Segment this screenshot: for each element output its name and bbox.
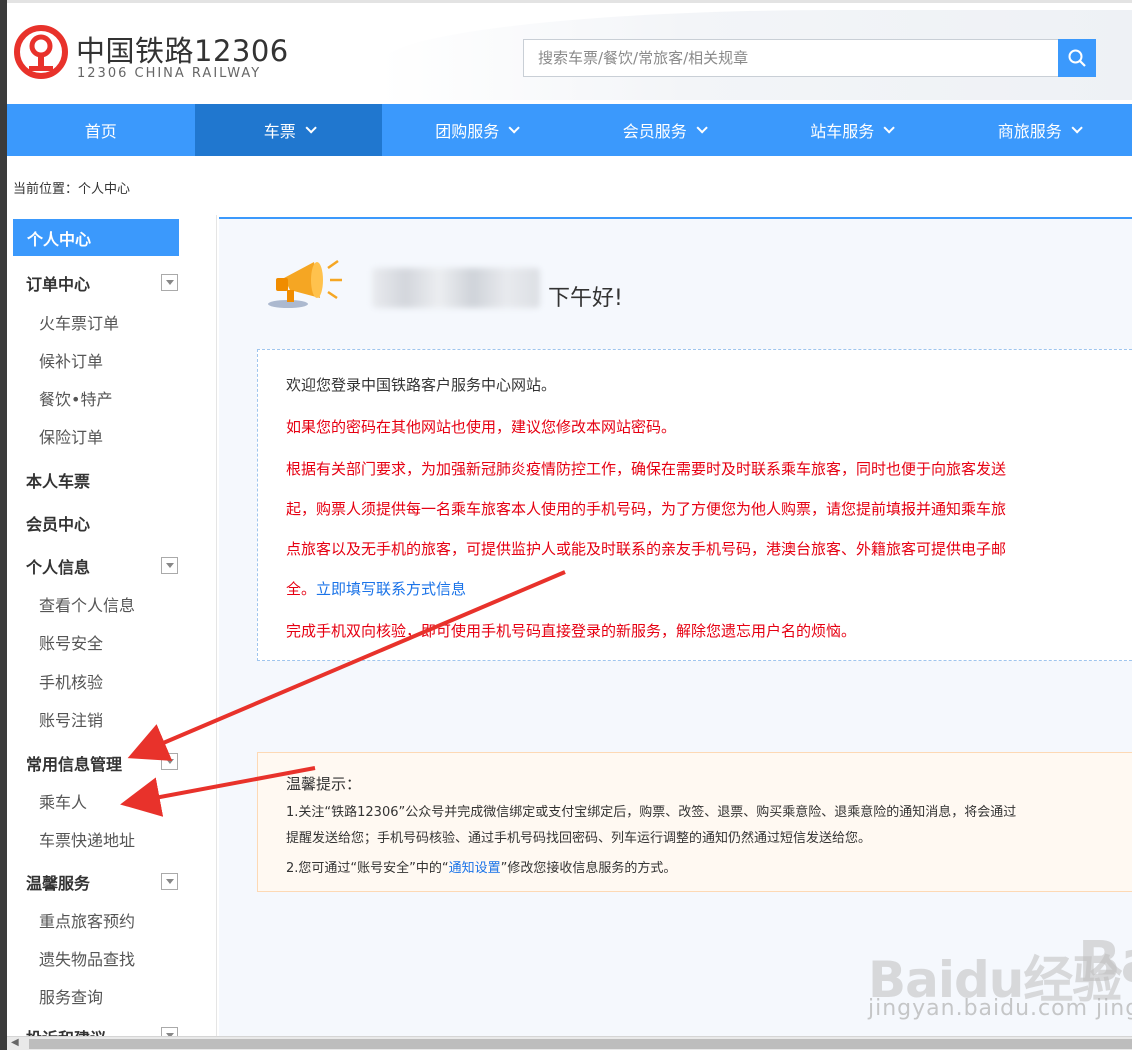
notice-line: 起，购票人须提供每一名乘车旅客本人使用的手机号码，为了方便您为他人购票，请您提前…	[286, 500, 1007, 518]
nav-label: 首页	[84, 122, 117, 141]
sidebar-item-lost-items[interactable]: 遗失物品查找	[39, 946, 135, 970]
notice-line-prefix: 全。	[286, 580, 317, 598]
china-railway-logo-icon[interactable]	[13, 24, 69, 80]
sidebar-item-account-security[interactable]: 账号安全	[39, 630, 103, 654]
notice-box: 欢迎您登录中国铁路客户服务中心网站。 如果您的密码在其他网站也使用，建议您修改本…	[257, 349, 1132, 661]
tips-line: 提醒发送给您；手机号码核验、通过手机号码找回密码、列车运行调整的通知仍然通过短信…	[286, 831, 872, 846]
tips-title: 温馨提示：	[286, 775, 362, 793]
megaphone-icon	[268, 259, 342, 308]
collapse-toggle-icon[interactable]	[161, 274, 178, 291]
tips-box: 温馨提示： 1.关注“铁路12306”公众号并完成微信绑定或支付宝绑定后，购票、…	[257, 752, 1132, 892]
notice-line: 根据有关部门要求，为加强新冠肺炎疫情防控工作，确保在需要时及时联系乘车旅客，同时…	[286, 460, 1007, 478]
logo-title: 中国铁路12306	[76, 34, 289, 68]
nav-item-tickets[interactable]: 车票	[194, 104, 382, 156]
fill-contact-info-link[interactable]: 立即填写联系方式信息	[316, 580, 466, 598]
main-nav: 首页 车票 团购服务 会员服务 站车服务 商旅服务	[7, 104, 1132, 156]
sidebar-item-passengers[interactable]: 乘车人	[39, 789, 87, 813]
nav-item-station-service[interactable]: 站车服务	[757, 104, 945, 156]
tips-line-prefix: 2.您可通过“账号安全”中的“	[286, 861, 449, 876]
sidebar-item-member-center[interactable]: 会员中心	[26, 511, 90, 535]
sidebar-group-order-center[interactable]: 订单中心	[26, 271, 90, 295]
sidebar-item-key-passenger[interactable]: 重点旅客预约	[39, 908, 135, 932]
tips-line: 2.您可通过“账号安全”中的“通知设置”修改您接收信息服务的方式。	[286, 857, 676, 876]
sidebar-item-waitlist-orders[interactable]: 候补订单	[39, 348, 103, 372]
top-border	[7, 0, 1132, 3]
watermark-url: jingyan.baidu.com jing	[868, 996, 1132, 1021]
watermark-url-text: jingyan.baidu.com	[868, 996, 1089, 1021]
chevron-down-icon	[883, 122, 896, 134]
horizontal-scrollbar[interactable]: ◀	[7, 1036, 1132, 1050]
sidebar-item-account-cancel[interactable]: 账号注销	[39, 707, 103, 731]
chevron-down-icon	[305, 122, 317, 134]
nav-item-business-service[interactable]: 商旅服务	[945, 104, 1132, 156]
search-box	[523, 39, 1059, 77]
search-input[interactable]	[524, 40, 1058, 76]
sidebar-item-delivery-address[interactable]: 车票快递地址	[39, 827, 135, 851]
nav-label: 会员服务	[622, 122, 687, 141]
notice-welcome: 欢迎您登录中国铁路客户服务中心网站。	[286, 376, 557, 394]
collapse-toggle-icon[interactable]	[161, 753, 178, 770]
chevron-down-icon	[508, 122, 521, 134]
sidebar: 个人中心 订单中心 火车票订单 候补订单 餐饮•特产 保险订单 本人车票 会员中…	[7, 215, 217, 1050]
sidebar-item-food-specialty[interactable]: 餐饮•特产	[39, 386, 112, 410]
chevron-down-icon	[696, 122, 708, 134]
nav-item-member-service[interactable]: 会员服务	[570, 104, 758, 156]
tips-line: 1.关注“铁路12306”公众号并完成微信绑定或支付宝绑定后，购票、改签、退票、…	[286, 805, 1017, 820]
greeting: 下午好!	[548, 286, 623, 311]
notice-line: 点旅客以及无手机的旅客，可提供监护人或能及时联系的亲友手机号码，港澳台旅客、外籍…	[286, 540, 1007, 558]
nav-label: 商旅服务	[997, 122, 1062, 141]
notification-settings-link[interactable]: 通知设置	[449, 861, 501, 876]
tips-line-suffix: ”修改您接收信息服务的方式。	[500, 861, 677, 876]
sidebar-group-personal-info[interactable]: 个人信息	[26, 554, 90, 578]
collapse-toggle-icon[interactable]	[161, 557, 178, 574]
sidebar-item-phone-verify[interactable]: 手机核验	[39, 669, 103, 693]
nav-item-group-service[interactable]: 团购服务	[382, 104, 570, 156]
nav-label: 团购服务	[435, 122, 500, 141]
sidebar-item-my-tickets[interactable]: 本人车票	[26, 468, 90, 492]
scroll-left-arrow-icon[interactable]: ◀	[11, 1037, 19, 1048]
search-icon	[1068, 49, 1086, 67]
sidebar-group-warm-service[interactable]: 温馨服务	[26, 870, 90, 894]
notice-password-tip: 如果您的密码在其他网站也使用，建议您修改本网站密码。	[286, 418, 677, 436]
sidebar-item-view-personal-info[interactable]: 查看个人信息	[39, 592, 135, 616]
notice-line: 全。立即填写联系方式信息	[286, 578, 466, 599]
sidebar-item-personal-center[interactable]: 个人中心	[13, 219, 179, 256]
page: 中国铁路12306 12306 CHINA RAILWAY 首页 车票 团购服务…	[0, 0, 1132, 1050]
logo-subtitle: 12306 CHINA RAILWAY	[77, 66, 262, 81]
window-edge	[0, 0, 7, 1050]
watermark-url-tail: jing	[1096, 996, 1132, 1021]
search-button[interactable]	[1058, 39, 1096, 77]
username-blurred	[372, 268, 540, 308]
breadcrumb: 当前位置：个人中心	[13, 182, 131, 197]
notice-line: 完成手机双向核验，即可使用手机号码直接登录的新服务，解除您遗忘用户名的烦恼。	[286, 622, 857, 640]
nav-label: 站车服务	[810, 122, 875, 141]
baidu-jingyan-watermark: Ba	[1078, 930, 1132, 995]
sidebar-item-service-query[interactable]: 服务查询	[39, 984, 103, 1008]
sidebar-item-train-orders[interactable]: 火车票订单	[39, 310, 119, 334]
nav-item-home[interactable]: 首页	[7, 104, 195, 156]
scrollbar-thumb[interactable]	[29, 1039, 1132, 1049]
chevron-down-icon	[1071, 122, 1083, 134]
nav-label: 车票	[263, 122, 296, 141]
sidebar-group-common-info[interactable]: 常用信息管理	[26, 751, 122, 775]
collapse-toggle-icon[interactable]	[161, 873, 178, 890]
sidebar-item-insurance-orders[interactable]: 保险订单	[39, 424, 103, 448]
